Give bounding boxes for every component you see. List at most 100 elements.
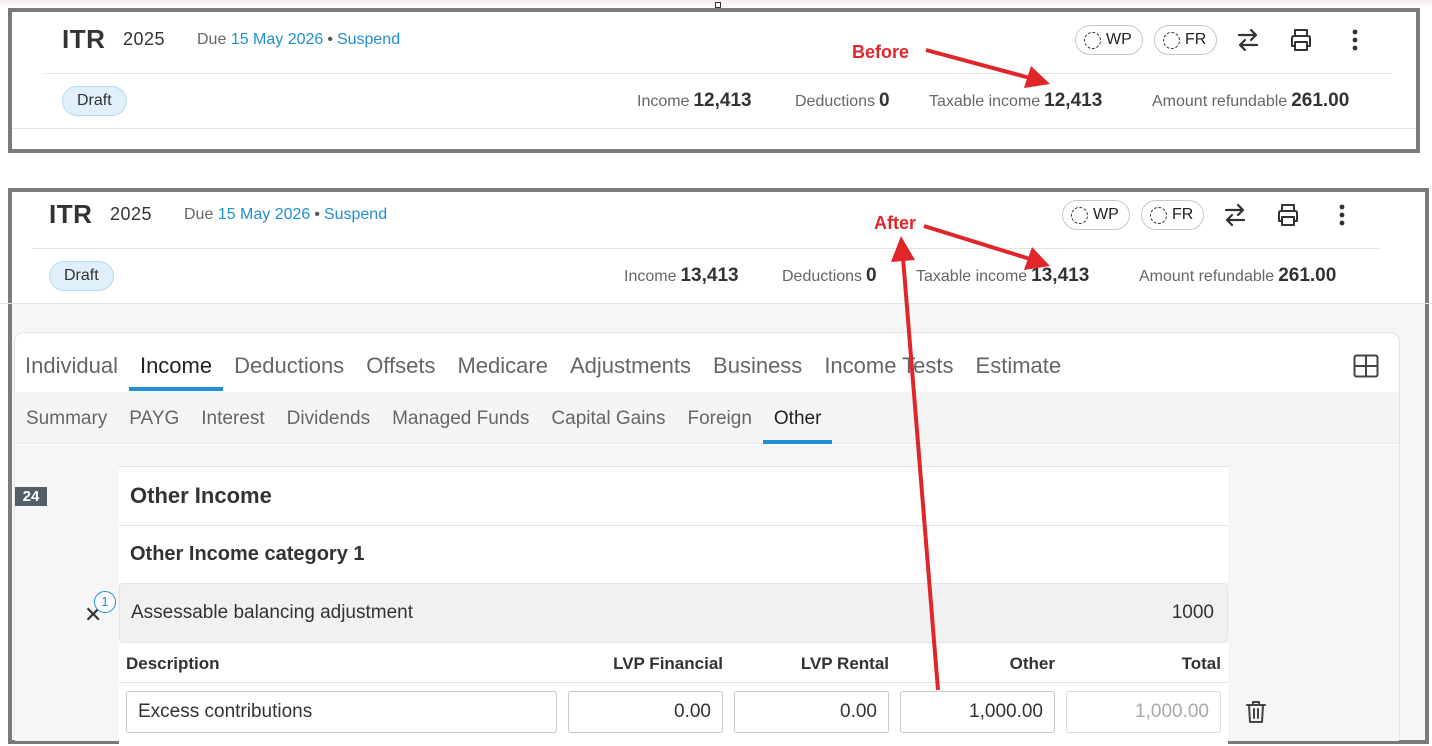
fr-label: FR	[1172, 206, 1194, 223]
dashed-circle-icon	[1163, 31, 1180, 49]
wp-button[interactable]: WP	[1062, 200, 1130, 230]
taxable-income-label: Taxable income	[916, 268, 1028, 285]
dashed-circle-icon	[1150, 206, 1167, 224]
taxable-income-stat: Taxable income 12,413	[929, 90, 1102, 112]
taxable-income-value: 12,413	[1044, 90, 1103, 111]
total-field: 1,000.00	[1066, 691, 1221, 733]
subtab-interest[interactable]: Interest	[190, 398, 275, 444]
trash-icon	[1246, 701, 1266, 723]
description-input[interactable]: Excess contributions	[126, 691, 557, 733]
refund-value: 261.00	[1291, 90, 1350, 111]
deductions-label: Deductions	[782, 268, 863, 285]
swap-button[interactable]	[1232, 24, 1264, 56]
header-divider	[32, 248, 1379, 249]
col-other: Other	[1009, 654, 1055, 673]
return-year: 2025	[110, 204, 153, 224]
tab-medicare[interactable]: Medicare	[446, 345, 558, 391]
due-label: Due	[197, 31, 227, 48]
printer-icon	[1291, 29, 1311, 51]
return-title: ITR	[49, 199, 93, 229]
layout-toggle-button[interactable]	[1350, 350, 1382, 382]
income-label: Income	[624, 268, 677, 285]
taxable-income-stat: Taxable income 13,413	[916, 265, 1089, 287]
deductions-value: 0	[866, 265, 877, 286]
col-total: Total	[1181, 654, 1221, 673]
subtab-payg[interactable]: PAYG	[118, 398, 190, 444]
taxable-income-label: Taxable income	[929, 93, 1041, 110]
col-lvp-financial: LVP Financial	[613, 654, 723, 673]
tab-adjustments[interactable]: Adjustments	[559, 345, 702, 391]
before-annotation: Before	[852, 42, 910, 62]
section-title: Other Income	[130, 483, 272, 508]
separator-dot: •	[314, 206, 320, 223]
deductions-value: 0	[879, 90, 890, 111]
section-divider	[119, 525, 1228, 526]
income-stat: Income 12,413	[637, 90, 752, 112]
swap-arrows-icon	[1237, 28, 1259, 52]
category-label: Assessable balancing adjustment	[131, 602, 414, 623]
header-row-divider	[119, 682, 1228, 683]
section-top-divider	[119, 466, 1228, 467]
swap-button[interactable]	[1219, 199, 1251, 231]
deductions-stat: Deductions 0	[782, 265, 877, 287]
wp-label: WP	[1106, 31, 1132, 48]
more-vertical-icon	[1352, 29, 1358, 51]
suspend-link[interactable]: Suspend	[337, 31, 400, 48]
sub-tabs: Summary PAYG Interest Dividends Managed …	[15, 398, 832, 444]
wp-label: WP	[1093, 206, 1119, 223]
deductions-stat: Deductions 0	[795, 90, 890, 112]
tab-individual[interactable]: Individual	[14, 345, 129, 391]
header-bottom-divider	[0, 303, 1432, 304]
suspend-link[interactable]: Suspend	[324, 206, 387, 223]
print-button[interactable]	[1285, 24, 1317, 56]
grid-layout-icon	[1353, 354, 1379, 378]
status-badge: Draft	[62, 86, 127, 116]
subtab-foreign[interactable]: Foreign	[676, 398, 762, 444]
lvp-rental-input[interactable]: 0.00	[734, 691, 889, 733]
print-button[interactable]	[1272, 199, 1304, 231]
category-title: Other Income category 1	[130, 543, 365, 565]
subtab-summary[interactable]: Summary	[15, 398, 118, 444]
tab-income[interactable]: Income	[128, 345, 224, 391]
due-date-link[interactable]: 15 May 2026	[218, 206, 311, 223]
return-title: ITR	[62, 24, 106, 54]
fr-button[interactable]: FR	[1141, 200, 1205, 230]
lvp-financial-input[interactable]: 0.00	[568, 691, 723, 733]
tab-offsets[interactable]: Offsets	[355, 345, 446, 391]
due-date-link[interactable]: 15 May 2026	[231, 31, 324, 48]
return-year: 2025	[123, 29, 166, 49]
due-info: Due 15 May 2026 • Suspend	[184, 206, 387, 224]
subtab-managed-funds[interactable]: Managed Funds	[381, 398, 540, 444]
tab-deductions[interactable]: Deductions	[223, 345, 355, 391]
col-description: Description	[126, 654, 220, 673]
wp-button[interactable]: WP	[1075, 25, 1143, 55]
section-number-badge: 24	[15, 487, 47, 506]
fr-button[interactable]: FR	[1154, 25, 1218, 55]
income-label: Income	[637, 93, 690, 110]
other-input[interactable]: 1,000.00	[900, 691, 1055, 733]
header-bottom-divider	[12, 128, 1416, 129]
after-annotation: After	[874, 213, 917, 233]
dashed-circle-icon	[1084, 31, 1101, 49]
printer-icon	[1278, 204, 1298, 226]
subtab-dividends[interactable]: Dividends	[276, 398, 381, 444]
header-divider	[45, 73, 1392, 74]
refund-value: 261.00	[1278, 265, 1337, 286]
subtab-other[interactable]: Other	[762, 398, 833, 444]
item-count-badge: 1	[94, 591, 116, 613]
separator-dot: •	[327, 31, 333, 48]
more-button[interactable]	[1326, 199, 1358, 231]
income-value: 12,413	[693, 90, 752, 111]
tab-business[interactable]: Business	[702, 345, 813, 391]
category-amount: 1000	[1171, 602, 1214, 623]
refund-stat: Amount refundable 261.00	[1139, 265, 1336, 287]
delete-row-button[interactable]	[1240, 696, 1272, 728]
income-value: 13,413	[680, 265, 739, 286]
tab-income-tests[interactable]: Income Tests	[813, 345, 964, 391]
main-tabs: Individual Income Deductions Offsets Med…	[14, 345, 1072, 391]
more-button[interactable]	[1339, 24, 1371, 56]
tab-estimate[interactable]: Estimate	[965, 345, 1073, 391]
income-stat: Income 13,413	[624, 265, 739, 287]
subtab-capital-gains[interactable]: Capital Gains	[540, 398, 676, 444]
deductions-label: Deductions	[795, 93, 876, 110]
